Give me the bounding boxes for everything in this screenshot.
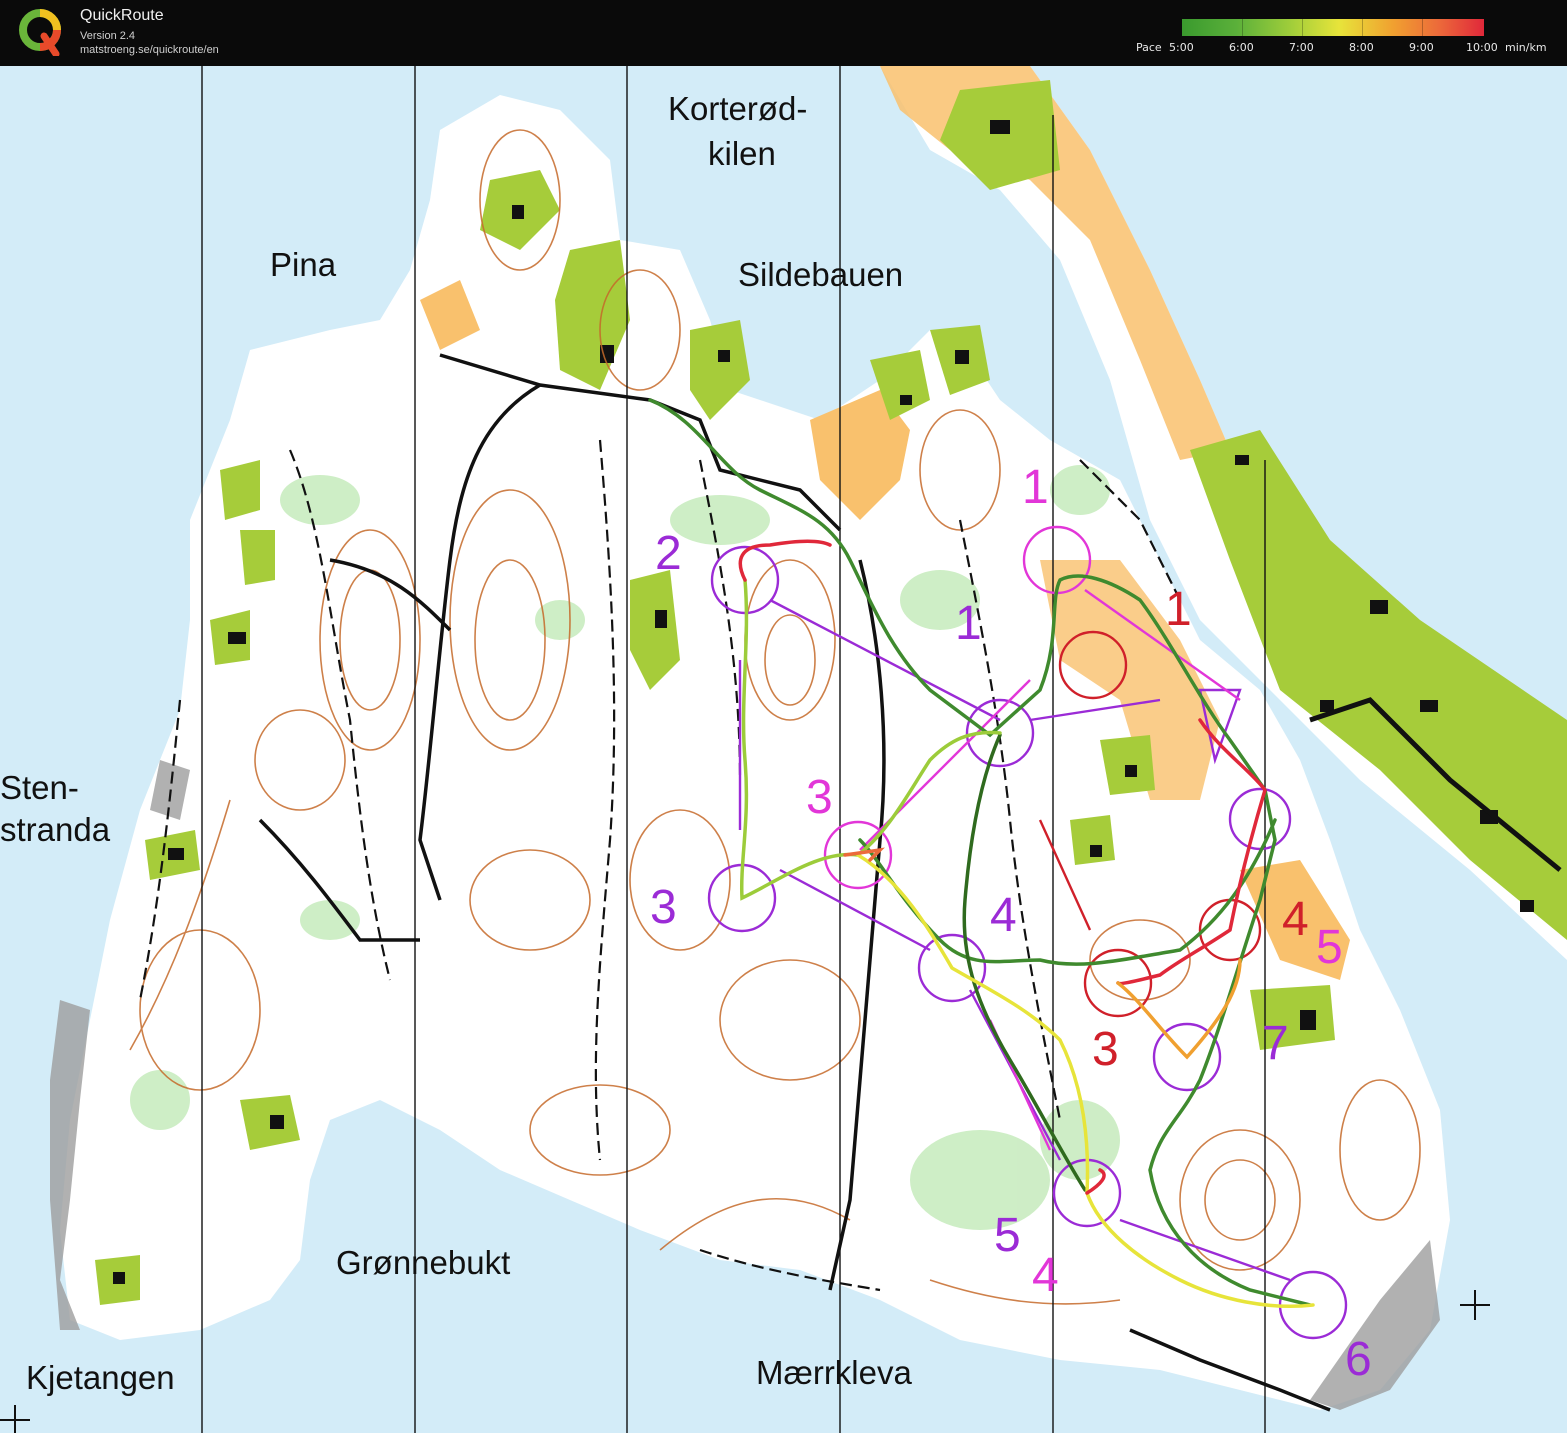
control-number: 7 (1262, 1017, 1289, 1070)
pace-tick: 5:00 (1169, 41, 1194, 54)
control-number: 4 (990, 889, 1017, 942)
app-version: Version 2.4 (80, 30, 136, 42)
control-number: 3 (1092, 1023, 1119, 1076)
place-kilen: kilen (708, 135, 776, 172)
place-korterod: Korterød- (668, 90, 808, 127)
control-number: 1 (1165, 583, 1192, 636)
pace-tick: 8:00 (1349, 41, 1374, 54)
control-number: 1 (955, 597, 982, 650)
control-number: 3 (806, 771, 833, 824)
pace-label: Pace (1136, 41, 1162, 54)
pace-tick: 7:00 (1289, 41, 1314, 54)
control-number: 2 (655, 527, 682, 580)
app-name: QuickRoute (80, 7, 164, 24)
control-number: 4 (1282, 893, 1309, 946)
place-maerrkleva: Mærrkleva (756, 1354, 912, 1391)
place-pina: Pina (270, 246, 337, 283)
pace-unit: min/km (1505, 41, 1547, 54)
control-number: 5 (994, 1209, 1021, 1262)
quickroute-logo-icon (19, 9, 61, 56)
title-bar: QuickRoute Version 2.4 matstroeng.se/qui… (0, 0, 1567, 66)
pace-tick: 6:00 (1229, 41, 1254, 54)
place-sten: Sten- (0, 769, 79, 806)
control-number: 6 (1345, 1333, 1372, 1386)
place-kjetangen: Kjetangen (26, 1359, 175, 1396)
app-url[interactable]: matstroeng.se/quickroute/en (80, 44, 219, 56)
control-number: 5 (1316, 921, 1343, 974)
place-stranda: stranda (0, 811, 111, 848)
pace-color-scale (1182, 19, 1484, 36)
pace-tick: 10:00 (1466, 41, 1498, 54)
control-number: 4 (1032, 1249, 1059, 1302)
control-number: 1 (1022, 461, 1049, 514)
pace-tick: 9:00 (1409, 41, 1434, 54)
place-sildebauen: Sildebauen (738, 256, 904, 293)
orienteering-map[interactable]: Korterød- kilen Pina Sildebauen Sten- st… (0, 66, 1567, 1433)
control-number: 3 (650, 881, 677, 934)
place-gronnebukt: Grønnebukt (336, 1244, 511, 1281)
